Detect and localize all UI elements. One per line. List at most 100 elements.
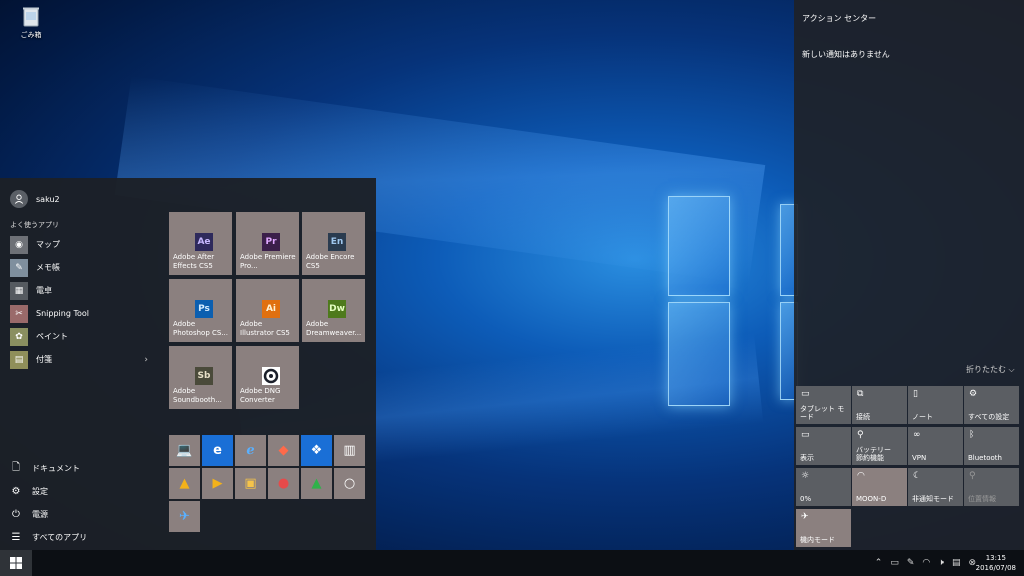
start-settings[interactable]: ⚙ 設定 bbox=[10, 480, 87, 503]
small-tile-palette[interactable]: ◆ bbox=[268, 435, 299, 466]
start-item-label: ドキュメント bbox=[32, 464, 80, 473]
small-tile-circle-app[interactable]: ○ bbox=[334, 468, 365, 499]
user-account[interactable]: saku2 bbox=[10, 190, 60, 208]
quick-action-label: ノート bbox=[912, 413, 933, 421]
quick-action-wifi[interactable]: ◠ MOON-D bbox=[852, 468, 907, 506]
app-item-sticky-notes[interactable]: ▤ 付箋 › bbox=[10, 348, 150, 371]
small-tile-picture[interactable]: ▣ bbox=[235, 468, 266, 499]
tile-photoshop[interactable]: Ps Adobe Photoshop CS... bbox=[169, 279, 232, 342]
action-center-icon[interactable]: ▤ bbox=[952, 558, 961, 568]
start-item-label: 設定 bbox=[32, 487, 48, 496]
tile-premiere-pro[interactable]: Pr Adobe Premiere Pro... bbox=[236, 212, 299, 275]
airplane-icon: ✈ bbox=[801, 512, 809, 522]
battery-saver-icon: ⚲ bbox=[857, 430, 864, 440]
avatar bbox=[10, 190, 28, 208]
volume-icon[interactable]: 🕨 bbox=[938, 558, 944, 568]
small-tile-media-player[interactable]: ▶ bbox=[202, 468, 233, 499]
scissors-icon: ✂ bbox=[10, 304, 28, 323]
quick-action-bluetooth[interactable]: ᛒ Bluetooth bbox=[964, 427, 1019, 465]
quick-action-display[interactable]: ▭ 表示 bbox=[796, 427, 851, 465]
laptop-icon: 💻 bbox=[176, 443, 193, 458]
small-tile-edge[interactable]: e bbox=[202, 435, 233, 466]
quick-action-airplane-mode[interactable]: ✈ 機内モード bbox=[796, 509, 851, 547]
document-icon: 🗋 bbox=[11, 462, 21, 473]
paint-icon: ✿ bbox=[10, 327, 28, 346]
app-label: 電卓 bbox=[36, 286, 52, 295]
quick-action-tablet-mode[interactable]: ▭ タブレット モード bbox=[796, 386, 851, 424]
quick-action-all-settings[interactable]: ⚙ すべての設定 bbox=[964, 386, 1019, 424]
dng-converter-icon bbox=[262, 367, 280, 385]
quick-action-label: タブレット モード bbox=[800, 405, 845, 421]
after-effects-icon: Ae bbox=[195, 233, 213, 251]
quick-action-label: 表示 bbox=[800, 454, 814, 462]
notepad-icon: ✎ bbox=[10, 258, 28, 277]
collapse-button[interactable]: 折りたたむ ⌵ bbox=[966, 364, 1015, 375]
small-tile-dropbox[interactable]: ❖ bbox=[301, 435, 332, 466]
start-power[interactable]: ⏻ 電源 bbox=[10, 503, 87, 526]
quick-action-location[interactable]: ⚲ 位置情報 bbox=[964, 468, 1019, 506]
archive-icon: ▥ bbox=[343, 443, 356, 458]
moon-icon: ☾ bbox=[913, 471, 922, 481]
app-item-paint[interactable]: ✿ ペイント bbox=[10, 325, 150, 348]
small-tile-ladybug[interactable]: ● bbox=[268, 468, 299, 499]
system-tray: ⌃ ▭ ✎ ◠ 🕨 ▤ ⊗ bbox=[875, 550, 976, 576]
chevron-right-icon[interactable]: › bbox=[144, 355, 148, 365]
app-item-notepad[interactable]: ✎ メモ帳 bbox=[10, 256, 150, 279]
tile-after-effects[interactable]: Ae Adobe After Effects CS5 bbox=[169, 212, 232, 275]
recycle-bin[interactable]: ごみ箱 bbox=[14, 6, 48, 40]
small-tile-ie[interactable]: ℯ bbox=[235, 435, 266, 466]
app-item-calculator[interactable]: ▦ 電卓 bbox=[10, 279, 150, 302]
quick-action-connect[interactable]: ⧉ 接続 bbox=[852, 386, 907, 424]
note-icon: ▯ bbox=[913, 389, 918, 399]
clock[interactable]: 13:15 2016/07/08 bbox=[976, 553, 1016, 573]
quick-action-vpn[interactable]: ∞ VPN bbox=[908, 427, 963, 465]
small-tile-archive[interactable]: ▥ bbox=[334, 435, 365, 466]
media-player-icon: ▶ bbox=[212, 476, 223, 491]
battery-icon[interactable]: ▭ bbox=[890, 558, 899, 568]
tile-label: Adobe Illustrator CS5 bbox=[240, 320, 290, 337]
start-button[interactable] bbox=[0, 550, 32, 576]
quick-action-label: 0% bbox=[800, 495, 812, 503]
collapse-label: 折りたたむ bbox=[966, 365, 1006, 374]
start-documents[interactable]: 🗋 ドキュメント bbox=[10, 457, 87, 480]
chevron-up-icon[interactable]: ⌃ bbox=[875, 558, 883, 568]
quick-action-note[interactable]: ▯ ノート bbox=[908, 386, 963, 424]
tile-dng-converter[interactable]: Adobe DNG Converter bbox=[236, 346, 299, 409]
quick-action-quiet-hours[interactable]: ☾ 非通知モード bbox=[908, 468, 963, 506]
quick-action-brightness[interactable]: ☼ 0% bbox=[796, 468, 851, 506]
app-item-snipping[interactable]: ✂ Snipping Tool bbox=[10, 302, 150, 325]
tile-label: Adobe Photoshop CS... bbox=[173, 320, 229, 337]
tile-soundbooth[interactable]: Sb Adobe Soundbooth... bbox=[169, 346, 232, 409]
quick-action-label: 機内モード bbox=[800, 536, 835, 544]
small-tile-aimp[interactable]: ▲ bbox=[169, 468, 200, 499]
start-all-apps[interactable]: ☰ すべてのアプリ bbox=[10, 526, 88, 549]
ladybug-icon: ● bbox=[277, 476, 290, 491]
map-icon: ◉ bbox=[10, 235, 28, 254]
small-tile-google-drive[interactable]: ▲ bbox=[301, 468, 332, 499]
recycle-bin-label: ごみ箱 bbox=[20, 31, 42, 39]
quick-action-label: MOON-D bbox=[856, 495, 887, 503]
calculator-icon: ▦ bbox=[10, 281, 28, 300]
start-item-label: 電源 bbox=[32, 510, 48, 519]
quick-action-label: VPN bbox=[912, 454, 927, 462]
plane-app-icon: ✈ bbox=[179, 509, 190, 524]
power-icon: ⏻ bbox=[12, 509, 20, 520]
pen-icon[interactable]: ✎ bbox=[907, 558, 915, 568]
tile-encore[interactable]: En Adobe Encore CS5 bbox=[302, 212, 365, 275]
quick-action-label: Bluetooth bbox=[968, 454, 1002, 462]
tile-label: Adobe DNG Converter bbox=[240, 387, 281, 404]
start-menu: saku2 よく使うアプリ ◉ マップ ✎ メモ帳 ▦ 電卓 ✂ Snippin… bbox=[0, 178, 376, 550]
app-label: マップ bbox=[36, 240, 60, 249]
network-icon[interactable]: ◠ bbox=[922, 558, 930, 568]
no-notifications-text: 新しい通知はありません bbox=[802, 50, 890, 59]
taskbar: ⌃ ▭ ✎ ◠ 🕨 ▤ ⊗ 13:15 2016/07/08 bbox=[0, 550, 1024, 576]
app-item-map[interactable]: ◉ マップ bbox=[10, 233, 150, 256]
quick-action-battery-saver[interactable]: ⚲ バッテリー 節約機能 bbox=[852, 427, 907, 465]
small-tile-plane-app[interactable]: ✈ bbox=[169, 501, 200, 532]
soundbooth-icon: Sb bbox=[195, 367, 213, 385]
small-tile-laptop[interactable]: 💻 bbox=[169, 435, 200, 466]
google-drive-icon: ▲ bbox=[311, 476, 322, 491]
tile-illustrator[interactable]: Ai Adobe Illustrator CS5 bbox=[236, 279, 299, 342]
gear-icon: ⚙ bbox=[11, 486, 21, 497]
tile-dreamweaver[interactable]: Dw Adobe Dreamweaver... bbox=[302, 279, 365, 342]
